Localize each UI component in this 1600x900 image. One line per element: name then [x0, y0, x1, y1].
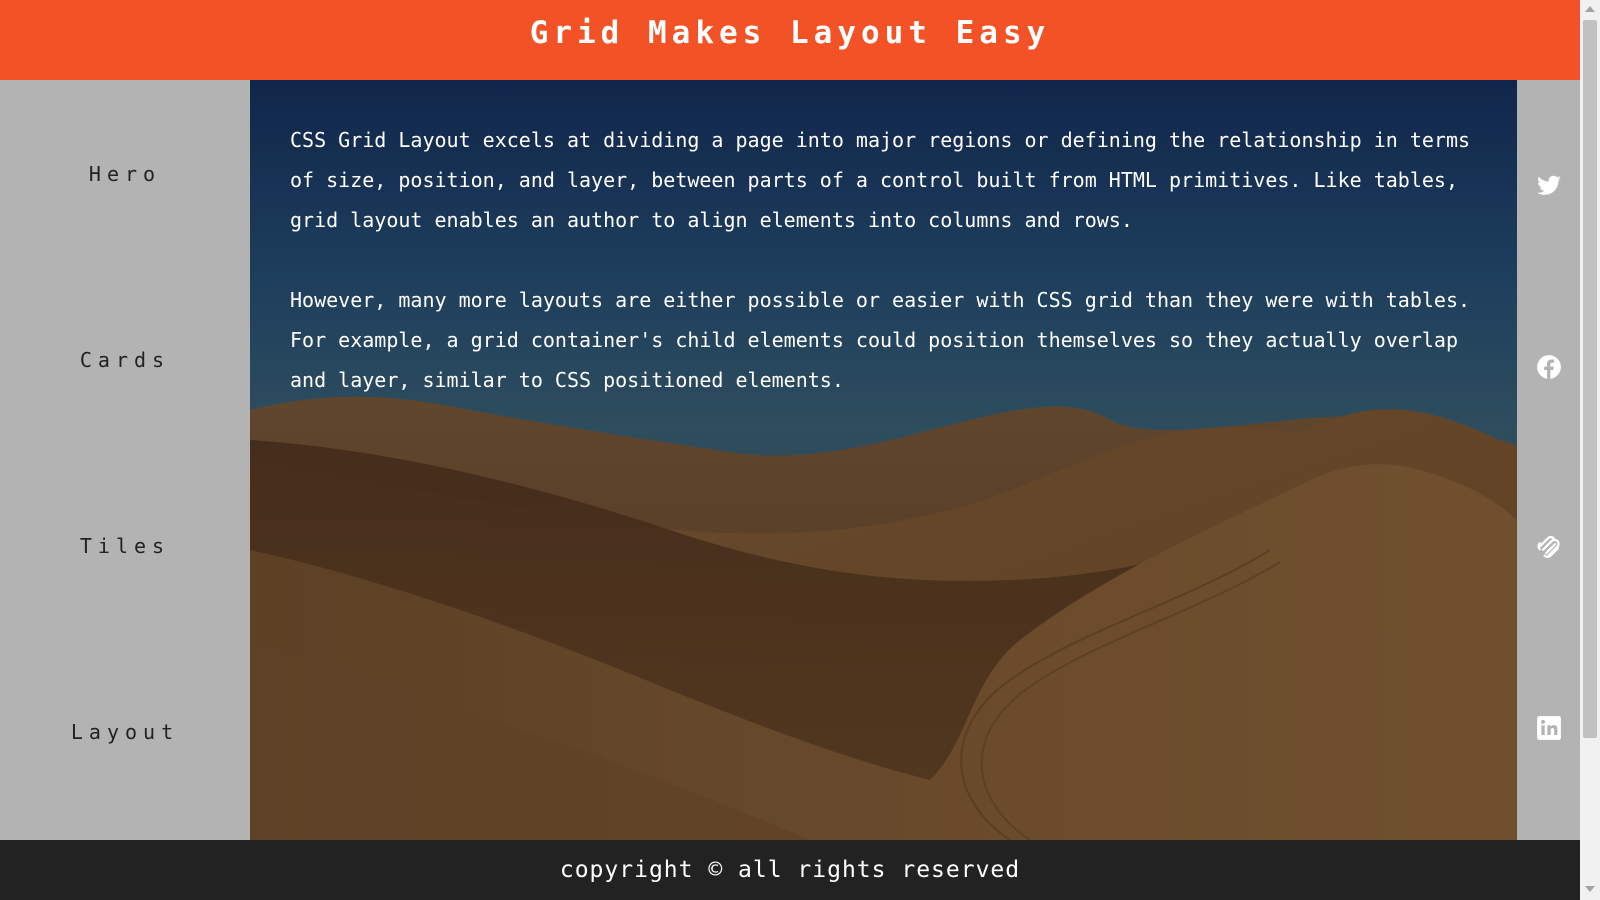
scroll-up-arrow-icon[interactable] — [1585, 6, 1595, 12]
vertical-scrollbar[interactable] — [1580, 0, 1600, 900]
sidebar-item-tiles[interactable]: Tiles — [0, 526, 250, 566]
copyright-text: copyright © all rights reserved — [559, 857, 1021, 883]
hero-paragraph: CSS Grid Layout excels at dividing a pag… — [290, 128, 1471, 232]
sidebar-nav: Hero Cards Tiles Layout — [0, 80, 250, 840]
linkedin-icon[interactable] — [1536, 715, 1562, 741]
twitter-icon[interactable] — [1536, 173, 1562, 199]
hero-text: CSS Grid Layout excels at dividing a pag… — [290, 120, 1480, 400]
scrollbar-thumb[interactable] — [1583, 20, 1597, 738]
sidebar-item-cards[interactable]: Cards — [0, 340, 250, 380]
site-header: Grid Makes Layout Easy — [0, 0, 1580, 80]
scroll-down-arrow-icon[interactable] — [1585, 886, 1595, 892]
hero-section: CSS Grid Layout excels at dividing a pag… — [250, 80, 1517, 840]
page-title: Grid Makes Layout Easy — [529, 15, 1051, 51]
facebook-icon[interactable] — [1536, 354, 1562, 380]
sidebar-item-layout[interactable]: Layout — [0, 712, 250, 752]
sidebar-item-hero[interactable]: Hero — [0, 154, 250, 194]
page: Grid Makes Layout Easy Hero Cards Tiles … — [0, 0, 1580, 900]
site-footer: copyright © all rights reserved — [0, 840, 1580, 900]
hero-paragraph: However, many more layouts are either po… — [290, 288, 1471, 392]
social-links — [1517, 80, 1580, 840]
squarespace-icon[interactable] — [1536, 534, 1562, 560]
